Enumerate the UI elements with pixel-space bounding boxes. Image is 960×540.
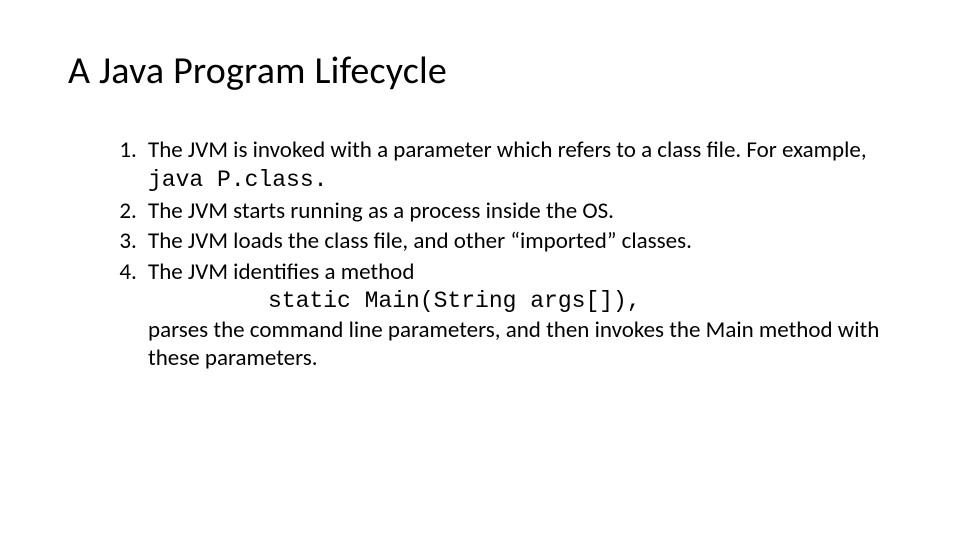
list-item-text: The JVM is invoked with a parameter whic… <box>148 136 867 164</box>
list-item-lead: The JVM identifies a method <box>148 258 414 286</box>
list-item: The JVM is invoked with a parameter whic… <box>142 136 892 195</box>
slide: A Java Program Lifecycle The JVM is invo… <box>0 0 960 540</box>
list-item-text: The JVM starts running as a process insi… <box>148 197 614 225</box>
list-item: The JVM loads the class file, and other … <box>142 227 892 256</box>
lifecycle-list: The JVM is invoked with a parameter whic… <box>68 136 892 373</box>
list-item-tail: parses the command line parameters, and … <box>148 316 879 373</box>
slide-title: A Java Program Lifecycle <box>68 48 892 94</box>
list-item: The JVM identifies a method static Main(… <box>142 258 892 373</box>
inline-code: java P.class. <box>148 167 327 193</box>
list-item: The JVM starts running as a process insi… <box>142 197 892 226</box>
method-signature: static Main(String args[]), <box>148 287 892 316</box>
list-item-text: The JVM loads the class file, and other … <box>148 227 692 255</box>
